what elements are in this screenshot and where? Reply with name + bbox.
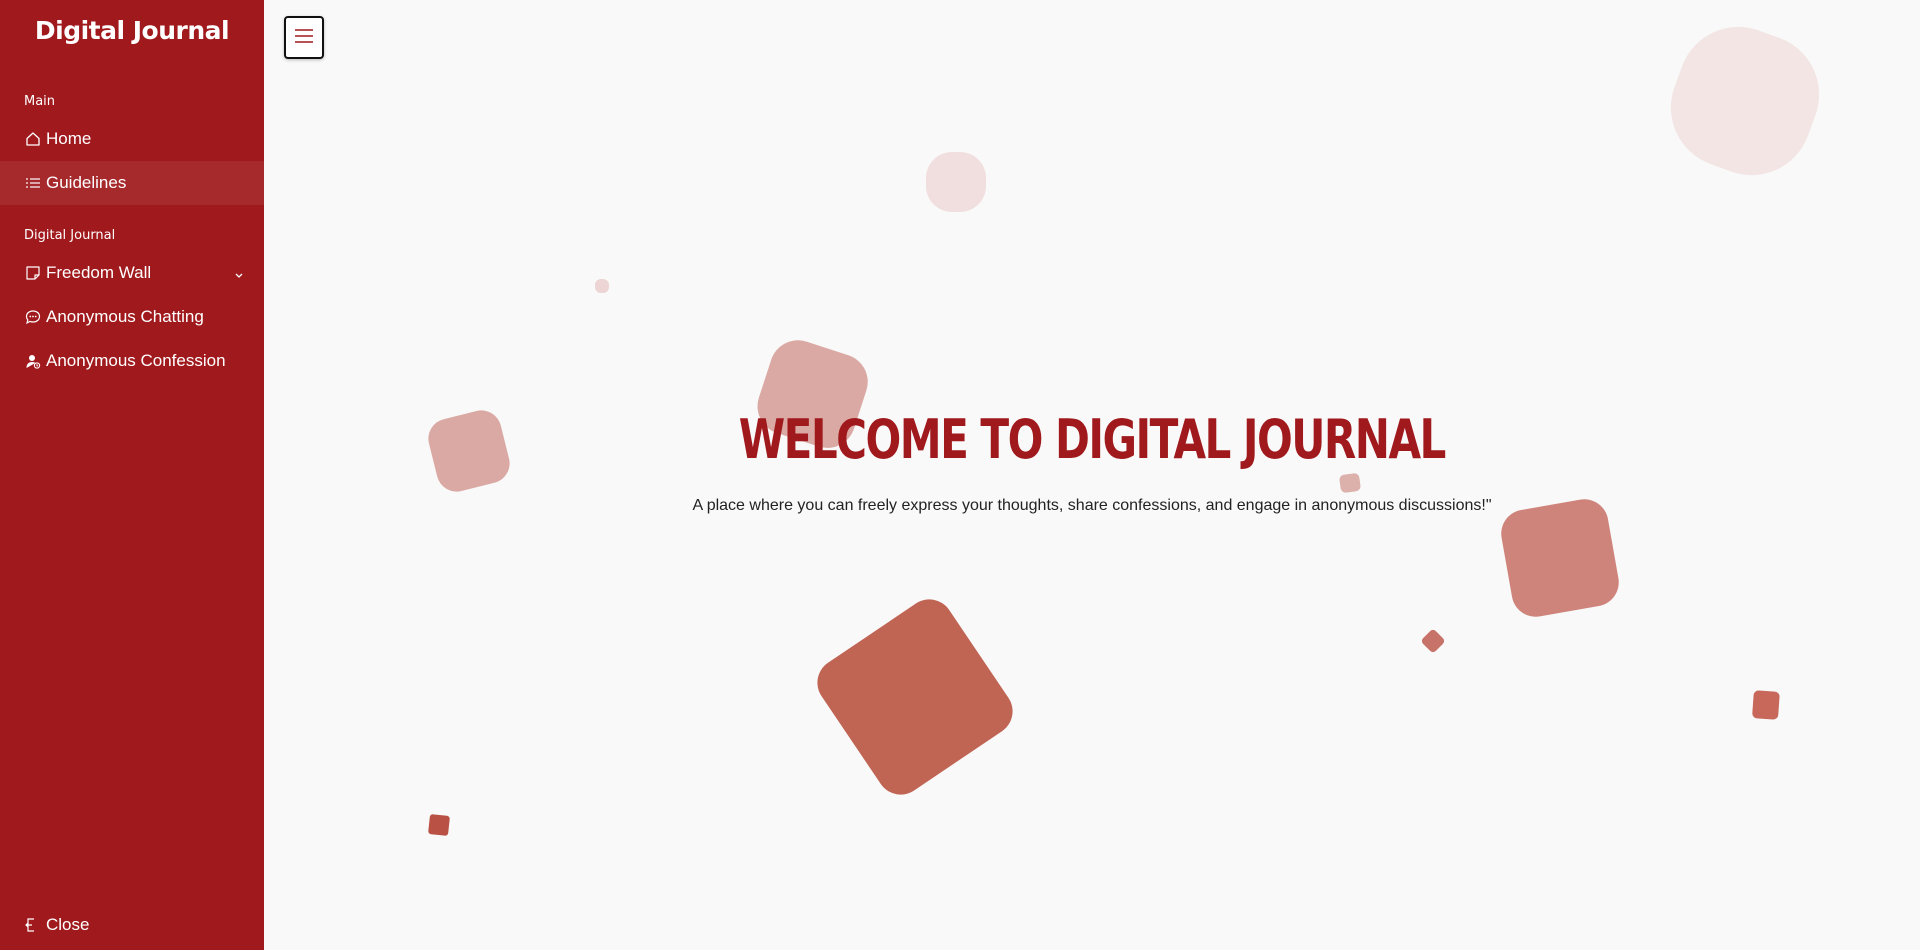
logout-icon	[24, 916, 42, 934]
note-icon	[24, 264, 42, 282]
close-label: Close	[46, 915, 90, 934]
sidebar-item-label: Freedom Wall	[46, 263, 152, 282]
sidebar-item-label: Guidelines	[46, 173, 127, 192]
brand-logo[interactable]: Digital Journal	[0, 0, 264, 62]
section-label-main: Main	[24, 94, 56, 109]
hero-title: Welcome to Digital Journal	[738, 408, 1447, 471]
sidebar-item-label: Anonymous Confession	[46, 351, 226, 370]
decorative-shape	[1752, 690, 1780, 720]
sidebar-item-guidelines[interactable]: Guidelines	[0, 161, 264, 205]
chat-icon	[24, 308, 42, 326]
decorative-shape	[1670, 26, 1820, 176]
sidebar-item-home[interactable]: Home	[0, 117, 264, 161]
decorative-shape	[595, 279, 609, 293]
hamburger-icon	[294, 28, 314, 47]
menu-toggle-button[interactable]	[284, 16, 324, 59]
hero-subtitle: A place where you can freely express you…	[692, 497, 1492, 514]
list-icon	[24, 174, 42, 192]
decorative-shape	[428, 814, 450, 836]
decorative-shape	[926, 152, 986, 212]
section-label-digital-journal: Digital Journal	[24, 228, 116, 243]
user-icon	[24, 352, 42, 370]
sidebar-item-label: Anonymous Chatting	[46, 307, 204, 326]
decorative-shape	[1339, 473, 1361, 493]
sidebar-item-anonymous-confession[interactable]: Anonymous Confession	[0, 339, 264, 383]
chevron-down-icon[interactable]	[234, 265, 244, 285]
sidebar-item-anonymous-chatting[interactable]: Anonymous Chatting	[0, 295, 264, 339]
decorative-shape	[817, 599, 1013, 795]
decorative-shape	[1421, 629, 1445, 653]
home-icon	[24, 130, 42, 148]
sidebar-item-label: Home	[46, 129, 92, 148]
sidebar-item-freedom-wall[interactable]: Freedom Wall	[0, 251, 264, 295]
sidebar-close-button[interactable]: Close	[0, 908, 89, 942]
sidebar: Digital Journal Main Home Guidelines Dig…	[0, 0, 264, 950]
